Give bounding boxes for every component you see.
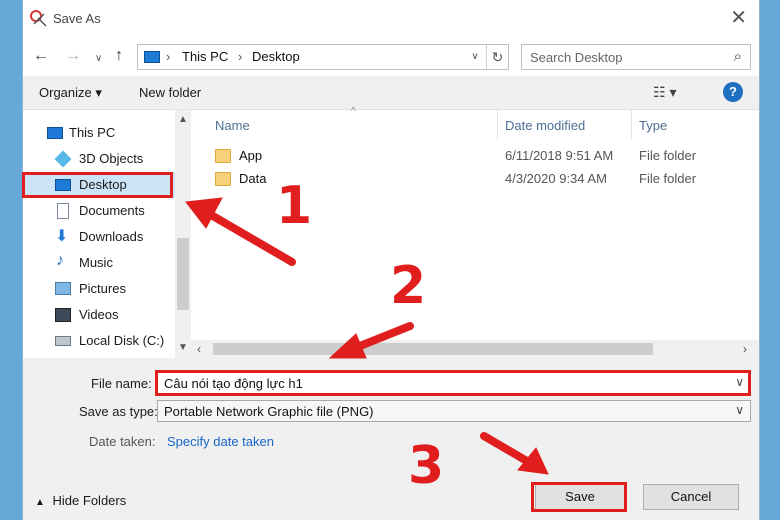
- nav-item-3d-objects[interactable]: 3D Objects: [23, 146, 183, 172]
- nav-item-label: Local Disk (C:): [79, 333, 165, 348]
- file-name-label: File name:: [91, 376, 152, 391]
- folder-icon: [215, 149, 231, 163]
- scroll-up-icon[interactable]: ▲: [178, 114, 188, 125]
- nav-item-pictures[interactable]: Pictures: [23, 276, 183, 302]
- scroll-down-icon[interactable]: ▼: [178, 342, 188, 353]
- nav-item-label: Music: [79, 255, 113, 270]
- file-date: 6/11/2018 9:51 AM: [505, 148, 614, 163]
- save-as-type-value: Portable Network Graphic file (PNG): [164, 404, 374, 419]
- snipping-tool-icon: [30, 10, 47, 27]
- nav-item-label: Pictures: [79, 281, 126, 296]
- picture-icon: [55, 282, 71, 295]
- navigation-pane: This PC 3D Objects Desktop Documents ⬇ D…: [23, 110, 191, 358]
- computer-icon: [144, 51, 160, 63]
- hide-folders-button[interactable]: ▲ Hide Folders: [35, 493, 126, 508]
- nav-item-music[interactable]: ♪ Music: [23, 250, 183, 276]
- address-bar[interactable]: › This PC › Desktop ∨ ↻: [137, 44, 509, 70]
- command-toolbar: Organize ▾ New folder ☷ ▾ ?: [23, 76, 759, 110]
- nav-item-label: Videos: [79, 307, 119, 322]
- search-icon[interactable]: ⌕: [734, 48, 742, 65]
- nav-item-label: 3D Objects: [79, 151, 144, 166]
- save-highlight-box: [531, 482, 627, 512]
- back-arrow-icon[interactable]: ←: [33, 47, 49, 65]
- date-taken-label: Date taken:: [89, 434, 156, 449]
- navigation-pane-scrollbar[interactable]: ▲ ▼: [175, 110, 191, 358]
- breadcrumb-this-pc[interactable]: This PC: [182, 49, 228, 64]
- refresh-icon[interactable]: ↻: [486, 45, 508, 69]
- search-box[interactable]: Search Desktop ⌕: [521, 44, 751, 70]
- scrollbar-thumb[interactable]: [177, 238, 189, 310]
- document-icon: [57, 203, 69, 219]
- search-placeholder[interactable]: Search Desktop: [530, 50, 623, 65]
- file-date: 4/3/2020 9:34 AM: [505, 171, 607, 186]
- column-divider[interactable]: [631, 110, 632, 140]
- cancel-button[interactable]: Cancel: [643, 484, 739, 510]
- column-divider[interactable]: [497, 110, 498, 140]
- save-as-type-label: Save as type:: [79, 404, 158, 419]
- step-number-1: 1: [276, 176, 313, 236]
- new-folder-button[interactable]: New folder: [139, 85, 201, 100]
- scroll-right-icon[interactable]: ›: [743, 342, 747, 356]
- help-button[interactable]: ?: [723, 82, 743, 102]
- download-icon: ⬇: [55, 228, 69, 245]
- column-header-type[interactable]: Type: [639, 118, 667, 133]
- close-button[interactable]: ✕: [730, 8, 747, 28]
- specify-date-taken-link[interactable]: Specify date taken: [167, 434, 274, 449]
- computer-icon: [47, 127, 63, 139]
- music-icon: ♪: [56, 252, 64, 269]
- forward-arrow-icon[interactable]: →: [65, 47, 81, 65]
- column-header-date-modified[interactable]: Date modified: [505, 118, 585, 133]
- nav-item-documents[interactable]: Documents: [23, 198, 183, 224]
- folder-icon: [215, 172, 231, 186]
- scroll-left-icon[interactable]: ‹: [197, 342, 201, 356]
- chevron-right-icon[interactable]: ›: [238, 49, 242, 64]
- view-options-icon[interactable]: ☷ ▾: [653, 84, 676, 101]
- save-as-type-select[interactable]: Portable Network Graphic file (PNG) ∨: [157, 400, 751, 422]
- hide-folders-label: Hide Folders: [52, 493, 127, 508]
- disk-icon: [55, 336, 71, 346]
- title-bar: Save As ✕: [23, 0, 759, 38]
- up-arrow-icon[interactable]: ↑: [115, 47, 123, 65]
- desktop-highlight-box: [22, 172, 173, 198]
- scrollbar-thumb[interactable]: [213, 343, 653, 355]
- file-name: Data: [239, 171, 267, 186]
- file-type: File folder: [639, 148, 697, 163]
- file-name-highlight-box: [155, 370, 751, 396]
- breadcrumb-desktop[interactable]: Desktop: [252, 49, 300, 64]
- address-dropdown-icon[interactable]: ∨: [464, 45, 486, 69]
- file-name: App: [239, 148, 263, 163]
- sort-ascending-icon: ^: [351, 106, 356, 117]
- nav-item-this-pc[interactable]: This PC: [23, 120, 183, 146]
- step-number-2: 2: [390, 256, 427, 316]
- organize-button[interactable]: Organize ▾: [39, 85, 102, 101]
- video-icon: [55, 308, 71, 322]
- nav-item-label: Documents: [79, 203, 145, 218]
- chevron-up-icon: ▲: [35, 497, 45, 508]
- nav-item-downloads[interactable]: ⬇ Downloads: [23, 224, 183, 250]
- window-title: Save As: [53, 11, 101, 26]
- recent-locations-chevron-icon[interactable]: ∨: [95, 50, 102, 68]
- file-row[interactable]: App 6/11/2018 9:51 AM File folder: [215, 146, 735, 168]
- nav-item-local-disk[interactable]: Local Disk (C:): [23, 328, 183, 354]
- nav-item-videos[interactable]: Videos: [23, 302, 183, 328]
- step-number-3: 3: [408, 436, 445, 496]
- nav-item-label: This PC: [69, 125, 116, 140]
- nav-item-label: Downloads: [79, 229, 144, 244]
- cube-icon: [54, 150, 72, 168]
- column-header-name[interactable]: Name: [215, 118, 250, 133]
- chevron-down-icon[interactable]: ∨: [735, 403, 744, 417]
- chevron-right-icon[interactable]: ›: [166, 49, 170, 64]
- file-type: File folder: [639, 171, 697, 186]
- file-list-horizontal-scrollbar[interactable]: ‹ ›: [191, 340, 759, 358]
